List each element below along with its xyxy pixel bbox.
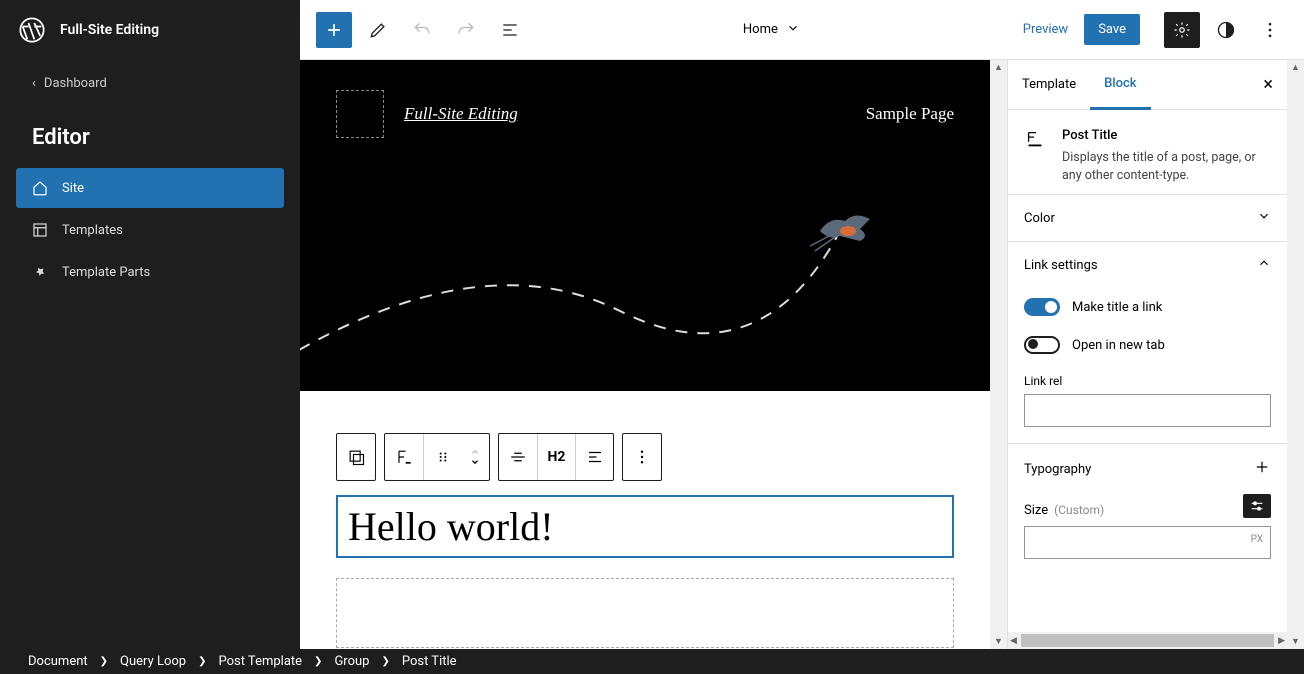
open-new-tab-toggle[interactable]	[1024, 336, 1060, 354]
breadcrumb-item[interactable]: Post Template	[218, 654, 302, 669]
site-logo-placeholder[interactable]	[336, 90, 384, 138]
add-block-button[interactable]	[316, 12, 352, 48]
editor-topbar: Home Preview Save	[300, 0, 1304, 60]
scrollbar-thumb[interactable]	[1021, 634, 1274, 647]
chevron-down-icon	[1257, 209, 1271, 227]
panel-typography[interactable]: Typography	[1008, 444, 1287, 494]
doc-label: Home	[743, 22, 778, 37]
featured-image-placeholder[interactable]	[336, 578, 954, 648]
size-custom-label: (Custom)	[1054, 503, 1104, 517]
block-more-button[interactable]	[623, 434, 661, 480]
site-header-block[interactable]: Full-Site Editing Sample Page	[300, 60, 990, 391]
scroll-up-icon[interactable]: ▲	[994, 62, 1003, 73]
more-options-button[interactable]	[1252, 12, 1288, 48]
tab-template[interactable]: Template	[1008, 61, 1090, 108]
chevron-up-icon	[1257, 256, 1271, 274]
back-label: Dashboard	[44, 76, 107, 91]
document-overview-button[interactable]	[492, 12, 528, 48]
breadcrumb-item[interactable]: Post Title	[402, 654, 457, 669]
link-rel-input[interactable]	[1024, 394, 1271, 427]
block-name: Post Title	[1062, 128, 1271, 143]
toggle-label: Open in new tab	[1072, 338, 1165, 353]
site-name: Full-Site Editing	[60, 22, 159, 38]
site-title-link[interactable]: Full-Site Editing	[404, 104, 518, 124]
edit-tool-button[interactable]	[360, 12, 396, 48]
scroll-down-icon[interactable]: ▼	[1291, 636, 1300, 647]
breadcrumb-item[interactable]: Query Loop	[120, 654, 186, 669]
post-title-block[interactable]: Hello world!	[336, 495, 954, 558]
admin-sidebar: Full-Site Editing ‹ Dashboard Editor Sit…	[0, 0, 300, 649]
canvas-scrollbar[interactable]: ▲ ▼	[990, 60, 1007, 649]
save-button[interactable]: Save	[1084, 14, 1140, 45]
preview-button[interactable]: Preview	[1015, 22, 1076, 37]
link-rel-label: Link rel	[1024, 374, 1271, 388]
scroll-left-icon[interactable]: ◀	[1010, 636, 1017, 646]
unit-label: PX	[1251, 534, 1263, 545]
panel-link-settings[interactable]: Link settings	[1008, 242, 1287, 288]
block-type-button[interactable]	[385, 434, 423, 480]
panel-color[interactable]: Color	[1008, 195, 1287, 241]
layout-icon	[30, 220, 50, 240]
sidebar-label: Site	[62, 181, 84, 196]
sidebar-item-site[interactable]: Site	[16, 168, 284, 208]
breadcrumb-item[interactable]: Document	[28, 654, 88, 669]
align-button[interactable]	[499, 434, 537, 480]
sidebar-label: Template Parts	[62, 265, 150, 280]
back-to-dashboard[interactable]: ‹ Dashboard	[0, 60, 300, 107]
font-size-input[interactable]	[1024, 526, 1271, 559]
sidebar-nav: Site Templates Template Parts	[0, 168, 300, 294]
decorative-bird-path	[300, 181, 990, 361]
editor-canvas[interactable]: Full-Site Editing Sample Page	[300, 60, 990, 649]
styles-button[interactable]	[1208, 12, 1244, 48]
sidebar-label: Templates	[62, 223, 123, 238]
sidebar-header: Full-Site Editing	[0, 0, 300, 60]
chevron-down-icon	[786, 21, 800, 39]
panel-label: Color	[1024, 211, 1055, 226]
post-title-icon	[1024, 128, 1048, 184]
nav-link-sample-page[interactable]: Sample Page	[866, 104, 954, 124]
drag-handle[interactable]	[423, 434, 461, 480]
inspector-v-scrollbar[interactable]: ▲ ▼	[1287, 60, 1304, 649]
sidebar-item-template-parts[interactable]: Template Parts	[16, 252, 284, 292]
symbol-icon	[30, 262, 50, 282]
scroll-right-icon[interactable]: ▶	[1278, 636, 1285, 646]
chevron-right-icon: ❯	[381, 656, 389, 667]
inspector-scrollbar[interactable]: ◀ ▶	[1008, 632, 1287, 649]
size-label: Size	[1024, 503, 1048, 518]
chevron-left-icon: ‹	[32, 76, 36, 91]
tab-block[interactable]: Block	[1090, 60, 1150, 110]
make-title-link-toggle[interactable]	[1024, 298, 1060, 316]
home-icon	[30, 178, 50, 198]
scroll-up-icon[interactable]: ▲	[1291, 62, 1300, 73]
redo-button[interactable]	[448, 12, 484, 48]
plus-icon[interactable]	[1253, 458, 1271, 480]
editor-heading: Editor	[0, 107, 300, 168]
text-align-button[interactable]	[575, 434, 613, 480]
size-preset-button[interactable]	[1243, 494, 1271, 518]
block-inspector: Template Block × Post Title Displays the…	[1007, 60, 1287, 649]
chevron-right-icon: ❯	[314, 656, 322, 667]
close-inspector-button[interactable]: ×	[1249, 74, 1287, 95]
chevron-right-icon: ❯	[198, 656, 206, 667]
block-toolbar: H2	[336, 433, 954, 481]
document-title[interactable]: Home	[536, 21, 1007, 39]
breadcrumb-bar: Document ❯ Query Loop ❯ Post Template ❯ …	[0, 649, 1304, 674]
panel-label: Link settings	[1024, 258, 1098, 273]
heading-level-button[interactable]: H2	[537, 434, 575, 480]
undo-button[interactable]	[404, 12, 440, 48]
chevron-right-icon: ❯	[100, 656, 108, 667]
select-parent-button[interactable]	[337, 434, 375, 480]
toggle-label: Make title a link	[1072, 300, 1162, 315]
scroll-down-icon[interactable]: ▼	[994, 636, 1003, 647]
main-area: Home Preview Save Full-Site Editing Samp…	[300, 0, 1304, 649]
sidebar-item-templates[interactable]: Templates	[16, 210, 284, 250]
move-buttons[interactable]	[461, 434, 489, 480]
settings-button[interactable]	[1164, 12, 1200, 48]
wordpress-logo-icon[interactable]	[16, 14, 48, 46]
panel-label: Typography	[1024, 462, 1091, 477]
breadcrumb-item[interactable]: Group	[334, 654, 369, 669]
block-description: Displays the title of a post, page, or a…	[1062, 149, 1271, 184]
